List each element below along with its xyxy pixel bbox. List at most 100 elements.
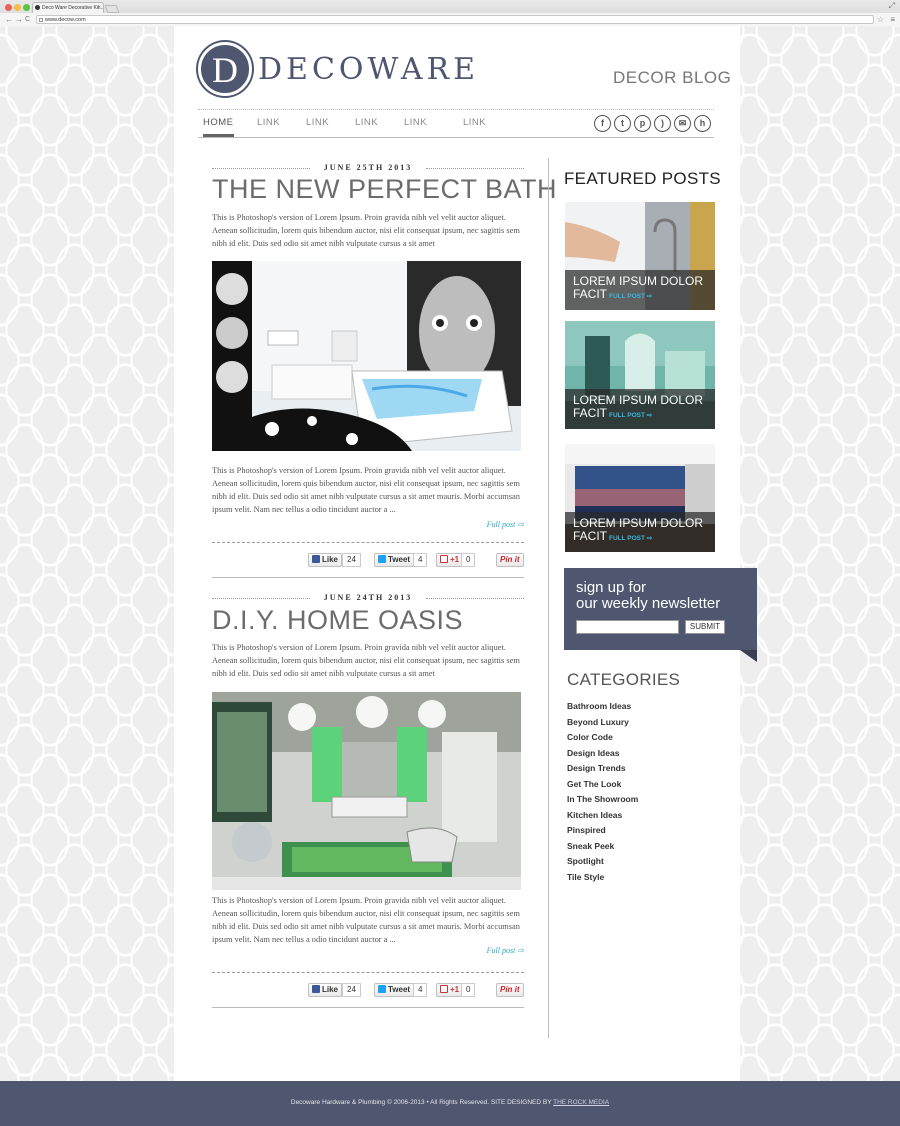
- post-title[interactable]: THE NEW PERFECT BATH: [212, 174, 557, 205]
- reload-button[interactable]: C: [25, 13, 30, 26]
- category-link[interactable]: Spotlight: [567, 854, 638, 870]
- newsletter-heading-line1: sign up for: [576, 579, 647, 596]
- newsletter-box: sign up for our weekly newsletter SUBMIT: [564, 568, 757, 650]
- page-container: D DECOWARE DECOR BLOG HOME LINK LINK LIN…: [174, 26, 757, 1082]
- google-plus-button[interactable]: +1: [436, 983, 464, 997]
- post-end-rule: [212, 1007, 524, 1008]
- featured-full-post-link[interactable]: FULL POST ⇨: [609, 411, 652, 419]
- nav-link-2[interactable]: LINK: [306, 117, 329, 128]
- featured-title-line2: FACIT: [573, 406, 608, 420]
- nav-link-1[interactable]: LINK: [257, 117, 280, 128]
- logo-text[interactable]: DECOWARE: [258, 52, 479, 87]
- page-icon: [39, 18, 43, 22]
- post-image-home-oasis[interactable]: [212, 692, 521, 890]
- category-link[interactable]: Bathroom Ideas: [567, 699, 638, 715]
- blog-title: DECOR BLOG: [613, 68, 732, 87]
- bookmark-star-icon[interactable]: ☆: [877, 14, 884, 25]
- browser-toolbar: ← → C www.decow.com ☆ ≡: [0, 13, 900, 26]
- back-button[interactable]: ←: [5, 13, 13, 26]
- close-window-button[interactable]: [5, 4, 12, 11]
- new-tab-button[interactable]: [104, 5, 120, 13]
- email-icon[interactable]: ✉: [674, 115, 691, 132]
- pin-it-button[interactable]: Pin it: [496, 983, 524, 997]
- post-intro: This is Photoshop's version of Lorem Ips…: [212, 213, 520, 248]
- category-link[interactable]: Design Trends: [567, 761, 638, 777]
- tweet-count: 4: [413, 553, 428, 567]
- facebook-like-button[interactable]: Like: [308, 553, 343, 567]
- browser-tab[interactable]: Deco Ware Decorative Kit... ×: [32, 2, 104, 13]
- category-link[interactable]: Sneak Peek: [567, 839, 638, 855]
- nav-link-3[interactable]: LINK: [355, 117, 378, 128]
- post-body: This is Photoshop's version of Lorem Ips…: [212, 466, 520, 514]
- like-label: Like: [322, 555, 339, 564]
- nav-link-5[interactable]: LINK: [463, 117, 486, 128]
- featured-posts-heading: FEATURED POSTS: [564, 169, 721, 188]
- featured-post-2[interactable]: LOREM IPSUM DOLOR FACIT FULL POST ⇨: [565, 321, 715, 429]
- nav-home[interactable]: HOME: [203, 117, 234, 137]
- category-link[interactable]: In The Showroom: [567, 792, 638, 808]
- logo-badge[interactable]: D: [198, 42, 252, 96]
- rss-icon[interactable]: ): [654, 115, 671, 132]
- post-date: JUNE 24TH 2013: [212, 593, 524, 603]
- tab-close-icon[interactable]: ×: [97, 3, 101, 13]
- tab-strip: Deco Ware Decorative Kit... × ⤢: [0, 0, 900, 13]
- plus-count: 0: [461, 553, 476, 567]
- featured-caption: LOREM IPSUM DOLOR FACIT FULL POST ⇨: [565, 512, 715, 552]
- category-link[interactable]: Tile Style: [567, 870, 638, 886]
- category-link[interactable]: Beyond Luxury: [567, 715, 638, 731]
- post-end-rule: [212, 577, 524, 578]
- fullscreen-icon[interactable]: ⤢: [889, 1, 895, 11]
- google-plus-icon: [440, 985, 448, 993]
- designer-link[interactable]: THE ROCK MEDIA: [553, 1099, 609, 1106]
- tweet-count: 4: [413, 983, 428, 997]
- category-link[interactable]: Get The Look: [567, 777, 638, 793]
- logo-letter: D: [212, 50, 238, 90]
- address-bar[interactable]: www.decow.com: [36, 15, 874, 24]
- categories-list: Bathroom Ideas Beyond Luxury Color Code …: [567, 699, 638, 885]
- nav-link-4[interactable]: LINK: [404, 117, 427, 128]
- facebook-icon: [312, 555, 320, 563]
- featured-post-1[interactable]: LOREM IPSUM DOLOR FACIT FULL POST ⇨: [565, 202, 715, 310]
- sidebar-divider: [548, 158, 549, 1038]
- category-link[interactable]: Design Ideas: [567, 746, 638, 762]
- menu-icon[interactable]: ≡: [890, 14, 895, 25]
- newsletter-email-input[interactable]: [576, 620, 679, 634]
- minimize-window-button[interactable]: [14, 4, 21, 11]
- post-title[interactable]: D.I.Y. HOME OASIS: [212, 605, 463, 636]
- newsletter-submit-button[interactable]: SUBMIT: [685, 620, 725, 634]
- post-image-bathroom[interactable]: [212, 261, 521, 451]
- zoom-window-button[interactable]: [23, 4, 30, 11]
- tweet-button[interactable]: Tweet: [374, 553, 415, 567]
- facebook-icon[interactable]: f: [594, 115, 611, 132]
- houzz-icon[interactable]: h: [694, 115, 711, 132]
- featured-title-line2: FACIT: [573, 529, 608, 543]
- featured-title-line2: FACIT: [573, 287, 608, 301]
- post-divider: [212, 972, 524, 973]
- site-footer: Decoware Hardware & Plumbing © 2006-2013…: [0, 1081, 900, 1126]
- featured-post-3[interactable]: LOREM IPSUM DOLOR FACIT FULL POST ⇨: [565, 444, 715, 552]
- copyright-text: Decoware Hardware & Plumbing © 2006-2013…: [290, 1099, 554, 1106]
- header-divider: [198, 109, 714, 110]
- categories-heading: CATEGORIES: [567, 670, 681, 689]
- twitter-icon[interactable]: t: [614, 115, 631, 132]
- featured-full-post-link[interactable]: FULL POST ⇨: [609, 534, 652, 542]
- featured-full-post-link[interactable]: FULL POST ⇨: [609, 292, 652, 300]
- category-link[interactable]: Pinspired: [567, 823, 638, 839]
- tab-title: Deco Ware Decorative Kit...: [42, 5, 104, 11]
- category-link[interactable]: Color Code: [567, 730, 638, 746]
- browser-chrome: Deco Ware Decorative Kit... × ⤢ ← → C ww…: [0, 0, 900, 26]
- like-count: 24: [342, 553, 361, 567]
- google-plus-button[interactable]: +1: [436, 553, 464, 567]
- facebook-like-button[interactable]: Like: [308, 983, 343, 997]
- forward-button[interactable]: →: [15, 13, 23, 26]
- favicon-icon: [35, 5, 40, 10]
- full-post-link[interactable]: Full post ⇨: [464, 946, 524, 955]
- post-date-text: JUNE 25TH 2013: [323, 163, 413, 172]
- full-post-link[interactable]: Full post ⇨: [464, 520, 524, 529]
- plus-count: 0: [461, 983, 476, 997]
- pinterest-icon[interactable]: p: [634, 115, 651, 132]
- pin-it-button[interactable]: Pin it: [496, 553, 524, 567]
- category-link[interactable]: Kitchen Ideas: [567, 808, 638, 824]
- main-nav: HOME LINK LINK LINK LINK LINK f t p ) ✉ …: [198, 112, 714, 138]
- tweet-button[interactable]: Tweet: [374, 983, 415, 997]
